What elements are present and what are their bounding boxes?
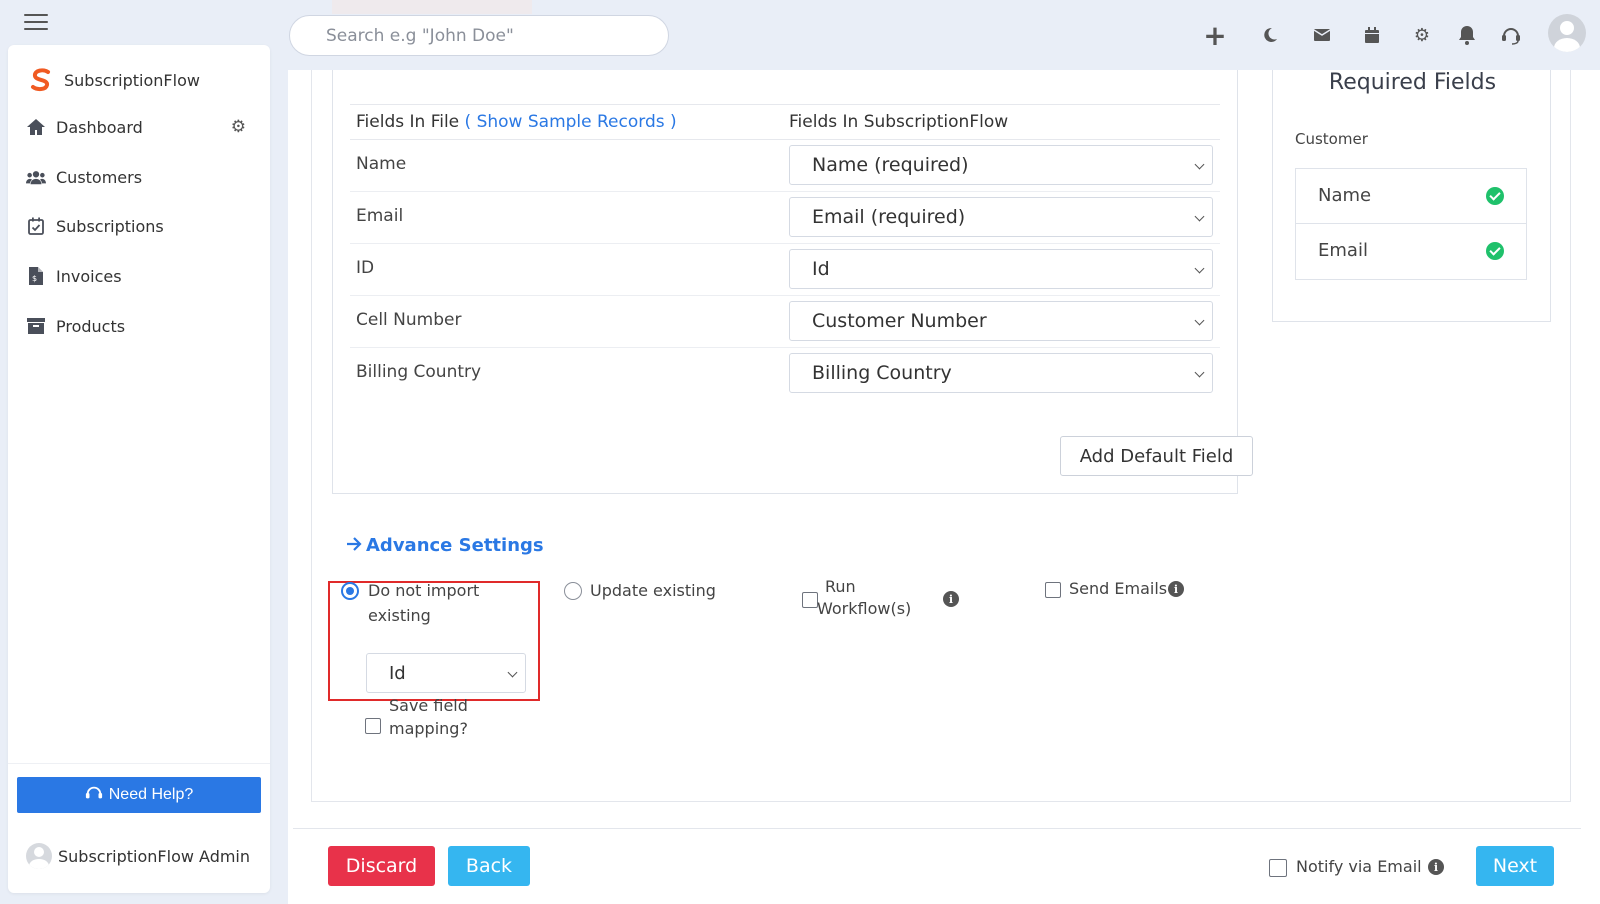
mapping-row-id: ID Id <box>350 244 1220 296</box>
footer-divider <box>293 828 1581 829</box>
save-field-mapping-checkbox[interactable] <box>365 718 381 734</box>
fields-in-file-label: Fields In File <box>356 112 460 132</box>
arrow-right-icon <box>346 535 362 556</box>
mapped-field-select[interactable]: Name (required) <box>789 145 1213 185</box>
label-line: Do not import <box>368 581 480 600</box>
sidebar-divider <box>8 763 270 764</box>
sidebar-item-dashboard[interactable]: Dashboard ⚙ <box>26 117 246 137</box>
required-field-label: Email <box>1318 240 1368 261</box>
plus-icon[interactable]: + <box>1200 19 1230 52</box>
required-fields-card: Required Fields Customer Name Email <box>1272 70 1551 322</box>
save-field-mapping-label: Save field mapping? <box>389 694 468 740</box>
sidebar: SubscriptionFlow Dashboard ⚙ Customers S… <box>8 45 270 893</box>
sidebar-item-customers[interactable]: Customers <box>26 167 246 187</box>
users-icon <box>26 167 46 187</box>
file-field-label: Email <box>356 206 404 226</box>
need-help-label: Need Help? <box>108 786 194 803</box>
run-workflows-info-icon[interactable]: i <box>943 591 959 607</box>
required-field-label: Name <box>1318 185 1372 206</box>
update-existing-label: Update existing <box>590 581 716 600</box>
advance-settings-label: Advance Settings <box>366 535 544 556</box>
mapping-row-name: Name Name (required) <box>350 140 1220 192</box>
mapping-row-billing-country: Billing Country Billing Country <box>350 348 1220 400</box>
mapping-row-email: Email Email (required) <box>350 192 1220 244</box>
mapped-field-select[interactable]: Email (required) <box>789 197 1213 237</box>
do-not-import-existing-radio[interactable] <box>341 582 359 600</box>
file-field-label: Billing Country <box>356 362 482 382</box>
advance-settings-toggle[interactable]: Advance Settings <box>346 535 544 556</box>
label-line: Run <box>825 577 856 596</box>
archive-icon <box>26 316 46 336</box>
check-circle-icon <box>1486 242 1504 260</box>
fields-in-file-header: Fields In File ( Show Sample Records ) <box>356 112 677 132</box>
fields-in-subscriptionflow-header: Fields In SubscriptionFlow <box>789 112 1009 132</box>
svg-text:$: $ <box>32 274 37 283</box>
admin-profile[interactable]: SubscriptionFlow Admin <box>26 843 250 869</box>
field-mapping-box: Fields In File ( Show Sample Records ) F… <box>332 70 1253 494</box>
bell-icon[interactable] <box>1452 20 1482 50</box>
show-sample-records-link[interactable]: ( Show Sample Records ) <box>465 112 677 132</box>
calendar-icon[interactable] <box>1357 20 1387 50</box>
run-workflows-checkbox[interactable] <box>802 592 818 608</box>
mail-icon[interactable] <box>1307 20 1337 50</box>
label-line: Save field <box>389 696 468 715</box>
calendar-check-icon <box>26 216 46 236</box>
home-icon <box>26 117 46 137</box>
sidebar-item-products[interactable]: Products <box>26 316 246 336</box>
sidebar-item-label: Dashboard <box>56 117 143 137</box>
update-existing-radio[interactable] <box>564 582 582 600</box>
required-field-item: Email <box>1296 224 1526 279</box>
background-tab-strip <box>332 0 532 14</box>
mapping-row-cell-number: Cell Number Customer Number <box>350 296 1220 348</box>
headset-icon[interactable] <box>1496 20 1526 50</box>
label-line: Workflow(s) <box>817 599 912 618</box>
required-fields-list: Name Email <box>1295 168 1527 280</box>
sidebar-item-subscriptions[interactable]: Subscriptions <box>26 216 246 236</box>
required-section-label: Customer <box>1295 130 1368 148</box>
file-field-label: ID <box>356 258 375 278</box>
send-emails-info-icon[interactable]: i <box>1168 581 1184 597</box>
sidebar-item-invoices[interactable]: $ Invoices <box>26 266 246 286</box>
notify-info-icon[interactable]: i <box>1428 859 1444 875</box>
sidebar-item-label: Customers <box>56 167 143 187</box>
file-field-label: Name <box>356 154 407 174</box>
sidebar-item-label: Invoices <box>56 266 122 286</box>
match-field-select[interactable]: Id <box>366 653 526 693</box>
brand-name: SubscriptionFlow <box>64 70 200 90</box>
gear-icon[interactable]: ⚙ <box>1407 20 1437 50</box>
back-button[interactable]: Back <box>448 846 530 886</box>
user-avatar[interactable] <box>1548 14 1586 52</box>
notify-via-email-checkbox[interactable] <box>1269 859 1287 877</box>
dashboard-settings-gear-icon[interactable]: ⚙ <box>231 117 246 137</box>
required-field-item: Name <box>1296 169 1526 224</box>
moon-icon[interactable] <box>1255 20 1285 50</box>
sidebar-item-label: Subscriptions <box>56 216 164 236</box>
send-emails-checkbox[interactable] <box>1045 582 1061 598</box>
need-help-button[interactable]: Need Help? <box>17 777 261 813</box>
mapped-field-select[interactable]: Billing Country <box>789 353 1213 393</box>
file-invoice-icon: $ <box>26 266 46 286</box>
brand[interactable]: SubscriptionFlow <box>28 67 200 93</box>
admin-name: SubscriptionFlow Admin <box>58 846 251 866</box>
discard-button[interactable]: Discard <box>328 846 435 886</box>
mapped-field-select[interactable]: Customer Number <box>789 301 1213 341</box>
subscriptionflow-logo-icon <box>28 67 54 93</box>
sidebar-item-label: Products <box>56 316 126 336</box>
notify-via-email-label: Notify via Email <box>1296 857 1422 876</box>
required-fields-title: Required Fields <box>1328 70 1497 95</box>
admin-avatar <box>26 843 52 869</box>
mapping-header: Fields In File ( Show Sample Records ) F… <box>350 104 1220 140</box>
do-not-import-existing-label: Do not import existing <box>368 578 479 628</box>
send-emails-label: Send Emails <box>1069 579 1168 598</box>
file-field-label: Cell Number <box>356 310 462 330</box>
run-workflows-label: Run Workflow(s) <box>817 576 911 620</box>
mapped-field-select[interactable]: Id <box>789 249 1213 289</box>
add-default-field-button[interactable]: Add Default Field <box>1060 436 1253 476</box>
headset-icon <box>85 784 103 807</box>
label-line: mapping? <box>389 719 468 738</box>
check-circle-icon <box>1486 187 1504 205</box>
next-button[interactable]: Next <box>1476 846 1554 886</box>
label-line: existing <box>368 606 431 625</box>
